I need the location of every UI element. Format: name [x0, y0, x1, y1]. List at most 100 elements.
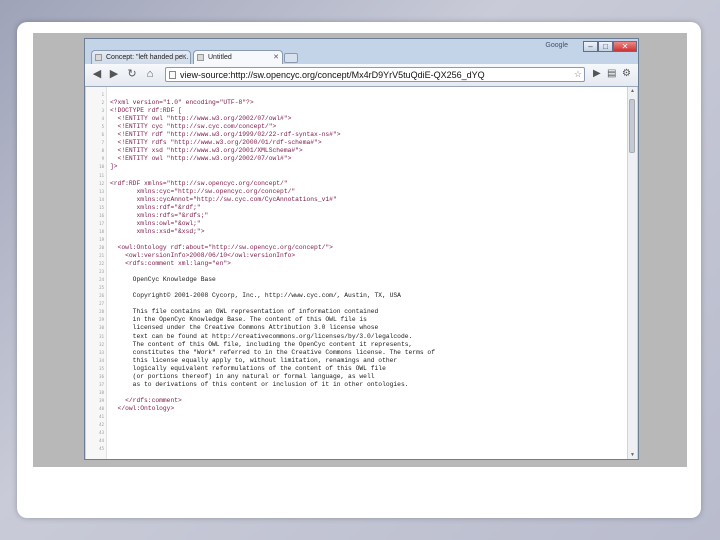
- source-line: 44: [86, 437, 616, 445]
- close-tab-icon[interactable]: ✕: [181, 51, 187, 64]
- source-code-text: This file contains an OWL representation…: [110, 308, 379, 316]
- line-number: 31: [99, 333, 104, 339]
- line-number: 22: [99, 261, 104, 267]
- source-line: 3 <!DOCTYPE rdf:RDF [: [86, 107, 616, 115]
- tab-concept[interactable]: Concept: "left handed pe... ✕: [91, 50, 191, 64]
- source-code-text: <!ENTITY xsd "http://www.w3.org/2001/XML…: [110, 147, 303, 155]
- line-number: 36: [99, 373, 104, 379]
- source-code-text: xmlns:rdfs="&rdfs;": [110, 211, 209, 219]
- source-line: 16 xmlns:rdfs="&rdfs;": [86, 212, 616, 220]
- line-number: 35: [99, 365, 104, 371]
- line-number: 14: [99, 196, 104, 202]
- source-line: 43: [86, 429, 616, 437]
- tab-title: Concept: "left handed pe...: [106, 54, 189, 61]
- line-number: 1: [101, 92, 104, 97]
- source-code-text: xmlns:cyc="http://sw.opencyc.org/concept…: [110, 187, 296, 195]
- source-code-text: in the OpenCyc Knowledge Base. The conte…: [110, 316, 367, 324]
- line-number: 18: [99, 228, 104, 234]
- browser-brand: Google: [545, 42, 568, 49]
- source-line: 36 (or portions thereof) in any natural …: [86, 373, 616, 381]
- line-number: 8: [101, 148, 104, 154]
- page-menu-icon[interactable]: ▤: [607, 68, 616, 79]
- view-source-content[interactable]: 1 2 <?xml version="1.0" encoding="UTF-8"?>…: [86, 87, 637, 459]
- source-line: 9 <!ENTITY owl "http://www.w3.org/2002/0…: [86, 155, 616, 163]
- source-line: 19: [86, 236, 616, 244]
- line-number: 39: [99, 397, 104, 403]
- line-number: 3: [101, 108, 104, 114]
- source-line: 45: [86, 445, 616, 453]
- home-icon[interactable]: ⌂: [143, 67, 157, 81]
- scroll-up-arrow-icon[interactable]: ▲: [628, 87, 637, 95]
- tab-title: Untitled: [208, 54, 232, 61]
- line-number: 9: [101, 156, 104, 162]
- close-window-button[interactable]: ✕: [613, 41, 637, 52]
- source-code-text: <?xml version="1.0" encoding="UTF-8"?>: [110, 99, 254, 107]
- line-number: 41: [99, 414, 104, 419]
- line-number: 44: [99, 438, 104, 444]
- forward-arrow-icon[interactable]: ▶: [107, 67, 121, 81]
- source-line: 6 <!ENTITY rdf "http://www.w3.org/1999/0…: [86, 131, 616, 139]
- browser-window: Google – □ ✕ Concept: "left handed pe...…: [84, 38, 639, 460]
- line-number: 16: [99, 212, 104, 218]
- source-code-text: </rdfs:comment>: [110, 396, 182, 404]
- source-line: 22 <rdfs:comment xml:lang="en">: [86, 260, 616, 268]
- source-code-text: OpenCyc Knowledge Base: [110, 276, 216, 284]
- maximize-button[interactable]: □: [598, 41, 613, 52]
- source-code-text: xmlns:xsd="&xsd;">: [110, 227, 205, 235]
- url-text: view-source:http://sw.opencyc.org/concep…: [180, 70, 485, 80]
- source-line: 35 logically equivalent reformulations o…: [86, 365, 616, 373]
- source-code-text: <!ENTITY owl "http://www.w3.org/2002/07/…: [110, 115, 292, 123]
- reload-icon[interactable]: ↻: [125, 67, 139, 81]
- source-line: 5 <!ENTITY cyc "http://sw.cyc.com/concep…: [86, 123, 616, 131]
- line-number: 24: [99, 277, 104, 283]
- vertical-scrollbar[interactable]: ▲ ▼: [627, 87, 637, 459]
- wrench-icon[interactable]: ⚙: [622, 68, 631, 79]
- address-bar[interactable]: view-source:http://sw.opencyc.org/concep…: [165, 67, 585, 82]
- source-line: 37 as to derivations of this content or …: [86, 381, 616, 389]
- line-number: 4: [101, 116, 104, 122]
- star-icon[interactable]: ☆: [574, 68, 582, 81]
- source-code-text: ]>: [110, 163, 118, 171]
- scrollbar-thumb[interactable]: [629, 99, 635, 153]
- line-number: 43: [99, 430, 104, 436]
- source-line: 7 <!ENTITY rdfs "http://www.w3.org/2000/…: [86, 139, 616, 147]
- page-icon: [169, 71, 176, 79]
- source-code-text: <owl:versionInfo>2008/06/10</owl:version…: [110, 252, 296, 259]
- back-arrow-icon[interactable]: ◀: [90, 67, 104, 81]
- source-line: 23: [86, 268, 616, 276]
- source-code-text: logically equivalent reformulations of t…: [110, 364, 386, 372]
- close-tab-icon[interactable]: ✕: [273, 51, 279, 64]
- source-line: 14 xmlns:cycAnnot="http://sw.cyc.com/Cyc…: [86, 196, 616, 204]
- source-line: 1: [86, 91, 616, 99]
- source-line: 21 <owl:versionInfo>2008/06/10</owl:vers…: [86, 252, 616, 260]
- new-tab-button[interactable]: [284, 53, 298, 63]
- line-number: 23: [99, 269, 104, 275]
- source-line: 28 This file contains an OWL representat…: [86, 308, 616, 316]
- source-code-text: this license equally apply to, without l…: [110, 356, 398, 364]
- source-line: 26 Copyright© 2001-2008 Cycorp, Inc., ht…: [86, 292, 616, 300]
- line-number: 10: [99, 164, 104, 170]
- source-line: 15 xmlns:rdf="&rdf;": [86, 204, 616, 212]
- source-line: 12 <rdf:RDF xmlns="http://sw.opencyc.org/…: [86, 180, 616, 188]
- scroll-down-arrow-icon[interactable]: ▼: [628, 451, 637, 459]
- source-line: 17 xmlns:owl="&owl;": [86, 220, 616, 228]
- source-line: 4 <!ENTITY owl "http://www.w3.org/2002/0…: [86, 115, 616, 123]
- minimize-button[interactable]: –: [583, 41, 598, 52]
- source-line: 32 The content of this OWL file, includi…: [86, 341, 616, 349]
- line-number: 42: [99, 422, 104, 428]
- source-code-text: <owl:Ontology rdf:about="http://sw.openc…: [110, 243, 333, 251]
- line-number: 29: [99, 317, 104, 323]
- source-code-text: <rdf:RDF xmlns="http://sw.opencyc.org/co…: [110, 179, 288, 187]
- source-code-text: <!ENTITY owl "http://www.w3.org/2002/07/…: [110, 155, 292, 163]
- source-line: 40 </owl:Ontology>: [86, 405, 616, 413]
- line-number: 2: [101, 100, 104, 106]
- tab-untitled[interactable]: Untitled ✕: [193, 50, 283, 64]
- source-line: 38: [86, 389, 616, 397]
- line-number: 15: [99, 204, 104, 210]
- line-number: 27: [99, 301, 104, 307]
- line-number: 11: [99, 172, 104, 178]
- forward-icon[interactable]: ▶: [593, 68, 601, 79]
- line-number: 25: [99, 285, 104, 291]
- source-line: 20 <owl:Ontology rdf:about="http://sw.op…: [86, 244, 616, 252]
- line-number: 20: [99, 244, 104, 250]
